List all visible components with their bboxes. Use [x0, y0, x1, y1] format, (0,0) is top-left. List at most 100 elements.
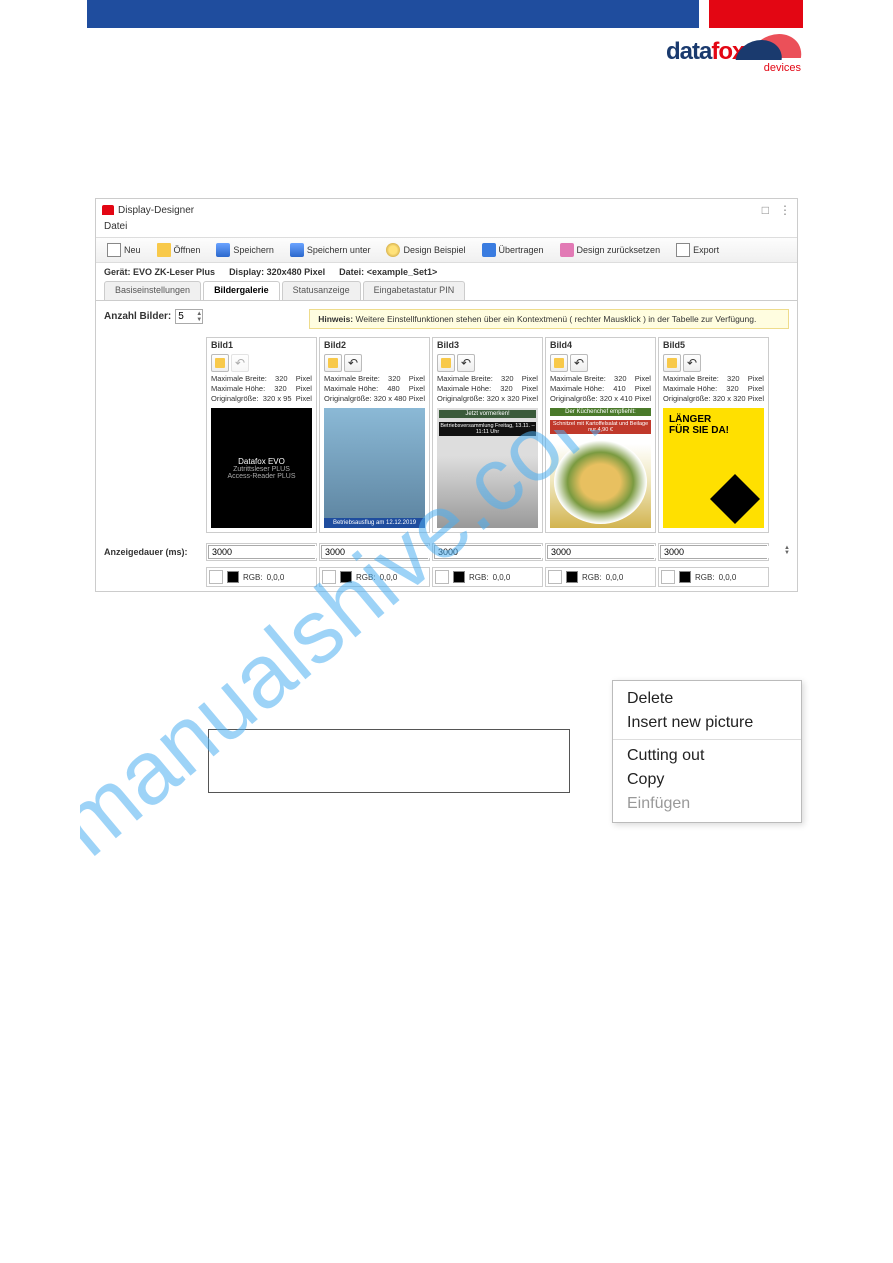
mb-l4: Maximale Breite:: [550, 374, 606, 384]
thumb5-shape: [710, 474, 760, 524]
ctx-cut[interactable]: Cutting out: [613, 744, 801, 768]
mh-l4: Maximale Höhe:: [550, 384, 604, 394]
tab-status[interactable]: Statusanzeige: [282, 281, 361, 300]
mb-l3: Maximale Breite:: [437, 374, 493, 384]
open-image-btn-1[interactable]: [211, 354, 229, 372]
px5b: Pixel: [748, 384, 764, 394]
ctx-separator: [613, 739, 801, 740]
col-btns-1: ↶: [207, 352, 316, 374]
og-l2: Originalgröße:: [324, 394, 372, 404]
window-controls[interactable]: □ ⋮: [762, 203, 791, 217]
ctx-paste: Einfügen: [613, 792, 801, 816]
meta-4: Maximale Breite:320Pixel Maximale Höhe:4…: [546, 374, 655, 404]
spin-arrows[interactable]: ▲▼: [196, 311, 202, 323]
mh-l3: Maximale Höhe:: [437, 384, 491, 394]
meta-1: Maximale Breite:320Pixel Maximale Höhe:3…: [207, 374, 316, 404]
window-title: Display-Designer: [118, 205, 194, 216]
rgb-val-1: 0,0,0: [267, 573, 285, 582]
undo-image-btn-4[interactable]: ↶: [570, 354, 588, 372]
mh-l5: Maximale Höhe:: [663, 384, 717, 394]
thumb4-plate: [554, 440, 647, 524]
count-spinbox[interactable]: ▲▼: [175, 309, 203, 324]
tab-basic[interactable]: Basiseinstellungen: [104, 281, 201, 300]
palette-icon[interactable]: [548, 570, 562, 584]
dur-val-4[interactable]: [548, 546, 671, 558]
count-input[interactable]: [176, 310, 196, 323]
thumb5-text: LÄNGER FÜR SIE DA!: [669, 414, 729, 436]
tb-reset-label: Design zurücksetzen: [577, 245, 661, 255]
mb-val-1: 320: [275, 374, 288, 384]
ctx-insert[interactable]: Insert new picture: [613, 711, 801, 735]
tb-transfer[interactable]: Übertragen: [475, 240, 551, 260]
image-col-4: Bild4 ↶ Maximale Breite:320Pixel Maximal…: [545, 337, 656, 533]
toolbar: Neu Öffnen Speichern Speichern unter Des…: [96, 237, 797, 263]
palette-icon[interactable]: [209, 570, 223, 584]
tb-new[interactable]: Neu: [100, 240, 148, 260]
undo-image-btn-3[interactable]: ↶: [457, 354, 475, 372]
thumb-1[interactable]: Datafox EVO Zutrittsleser PLUS Access-Re…: [211, 408, 312, 528]
dur-val-3[interactable]: [435, 546, 558, 558]
tb-saveas[interactable]: Speichern unter: [283, 240, 378, 260]
color-swatch: [566, 571, 578, 583]
dur-input-3[interactable]: ▲▼: [434, 545, 541, 559]
palette-icon[interactable]: [661, 570, 675, 584]
dur-input-4[interactable]: ▲▼: [547, 545, 654, 559]
palette-icon[interactable]: [322, 570, 336, 584]
device-value: EVO ZK-Leser Plus: [133, 267, 215, 277]
dur-input-1[interactable]: ▲▼: [208, 545, 315, 559]
tb-open[interactable]: Öffnen: [150, 240, 208, 260]
tb-example[interactable]: Design Beispiel: [379, 240, 472, 260]
thumb3-sub: Betriebsversammlung Freitag, 13.11. – 11…: [439, 422, 536, 436]
px3c: Pixel: [522, 394, 538, 404]
mb-l2: Maximale Breite:: [324, 374, 380, 384]
menubar-file[interactable]: Datei: [96, 221, 797, 237]
undo-image-btn-2[interactable]: ↶: [344, 354, 362, 372]
open-image-btn-3[interactable]: [437, 354, 455, 372]
undo-image-btn-5[interactable]: ↶: [683, 354, 701, 372]
tb-reset[interactable]: Design zurücksetzen: [553, 240, 668, 260]
og-l3: Originalgröße:: [437, 394, 485, 404]
tb-export[interactable]: Export: [669, 240, 726, 260]
dur-val-2[interactable]: [322, 546, 445, 558]
spin-icon[interactable]: ▲▼: [784, 546, 790, 558]
px4c: Pixel: [635, 394, 651, 404]
app-window: Display-Designer □ ⋮ Datei Neu Öffnen Sp…: [95, 198, 798, 592]
dur-val-5[interactable]: [661, 546, 784, 558]
thumb-2[interactable]: Betriebsausflug am 12.12.2019: [324, 408, 425, 528]
og-l4: Originalgröße:: [550, 394, 598, 404]
thumb-5[interactable]: LÄNGER FÜR SIE DA!: [663, 408, 764, 528]
dur-3: ▲▼: [432, 543, 543, 561]
px3a: Pixel: [522, 374, 538, 384]
thumb1-line3: Access-Reader PLUS: [227, 473, 295, 480]
saveas-icon: [290, 243, 304, 257]
dur-input-5[interactable]: ▲▼: [660, 545, 767, 559]
open-image-btn-2[interactable]: [324, 354, 342, 372]
folder-icon: [215, 358, 225, 368]
rgb-label-1: RGB:: [243, 573, 263, 582]
open-image-btn-5[interactable]: [663, 354, 681, 372]
open-image-btn-4[interactable]: [550, 354, 568, 372]
og-v3: 320 x 320: [487, 394, 520, 404]
thumb-4[interactable]: Der Küchenchef empfiehlt: Schnitzel mit …: [550, 408, 651, 528]
thumb1-line1: Datafox EVO: [238, 457, 285, 466]
thumb-3[interactable]: Jetzt vormerken! Betriebsversammlung Fre…: [437, 408, 538, 528]
col-btns-5: ↶: [659, 352, 768, 374]
px1a: Pixel: [296, 374, 312, 384]
og-label: Originalgröße:: [211, 394, 259, 404]
dur-input-2[interactable]: ▲▼: [321, 545, 428, 559]
palette-icon[interactable]: [435, 570, 449, 584]
meta-3: Maximale Breite:320Pixel Maximale Höhe:3…: [433, 374, 542, 404]
dur-val-1[interactable]: [209, 546, 332, 558]
image-col-2: Bild2 ↶ Maximale Breite:320Pixel Maximal…: [319, 337, 430, 533]
tab-gallery[interactable]: Bildergalerie: [203, 281, 280, 300]
rgb-val-3: 0,0,0: [493, 573, 511, 582]
rgb-label-3: RGB:: [469, 573, 489, 582]
rgb-5: RGB:0,0,0: [658, 567, 769, 587]
mh-v2: 480: [387, 384, 400, 394]
count-label: Anzahl Bilder:: [104, 311, 171, 322]
mb-v2: 320: [388, 374, 401, 384]
tb-save[interactable]: Speichern: [209, 240, 281, 260]
ctx-delete[interactable]: Delete: [613, 687, 801, 711]
ctx-copy[interactable]: Copy: [613, 768, 801, 792]
tab-pin[interactable]: Eingabetastatur PIN: [363, 281, 466, 300]
